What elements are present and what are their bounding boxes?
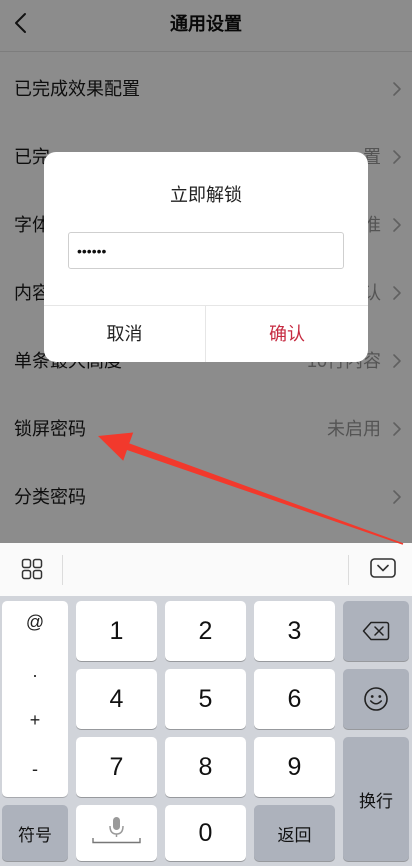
digit-key-6[interactable]: 6	[254, 669, 335, 729]
keyboard-collapse-icon[interactable]	[370, 558, 396, 579]
digit-key-9[interactable]: 9	[254, 737, 335, 797]
backspace-key[interactable]	[343, 601, 409, 661]
digit-key-5[interactable]: 5	[165, 669, 246, 729]
symbols-toggle-key[interactable]: 符号	[2, 805, 68, 861]
symbol-key[interactable]: @	[2, 601, 68, 643]
symbol-key[interactable]: -	[2, 748, 68, 790]
password-field[interactable]	[68, 232, 344, 269]
digit-key-2[interactable]: 2	[165, 601, 246, 661]
cancel-button[interactable]: 取消	[44, 306, 205, 362]
toolbar-divider	[62, 555, 63, 585]
emoji-key[interactable]	[343, 669, 409, 729]
grid-icon[interactable]	[20, 557, 44, 581]
digit-key-7[interactable]: 7	[76, 737, 157, 797]
digit-key-8[interactable]: 8	[165, 737, 246, 797]
toolbar-divider	[348, 555, 349, 585]
digit-key-0[interactable]: 0	[165, 805, 246, 861]
voice-space-key[interactable]	[76, 805, 157, 861]
phone-screen: 通用设置 已完成效果配置 已完 置 字体 准 内容 认 锁屏密码 未启用 分类密…	[0, 0, 412, 866]
symbol-key[interactable]: .	[2, 650, 68, 692]
numeric-keypad: @ . + - 符号 1 2 3 4 5 6 7 8 9 0 返回 换行	[0, 596, 412, 866]
keyboard-toolbar	[0, 543, 412, 596]
smiley-icon	[364, 687, 388, 711]
unlock-dialog: 立即解锁 取消 确认	[44, 152, 368, 362]
digit-key-4[interactable]: 4	[76, 669, 157, 729]
backspace-icon	[362, 621, 390, 641]
symbol-list[interactable]: @ . + -	[2, 601, 68, 797]
dialog-title: 立即解锁	[170, 185, 242, 205]
confirm-button[interactable]: 确认	[206, 306, 368, 362]
return-key[interactable]: 返回	[254, 805, 335, 861]
microphone-icon	[92, 817, 141, 844]
digit-key-1[interactable]: 1	[76, 601, 157, 661]
symbol-key[interactable]: +	[2, 699, 68, 741]
digit-key-3[interactable]: 3	[254, 601, 335, 661]
newline-key[interactable]: 换行	[343, 737, 409, 861]
